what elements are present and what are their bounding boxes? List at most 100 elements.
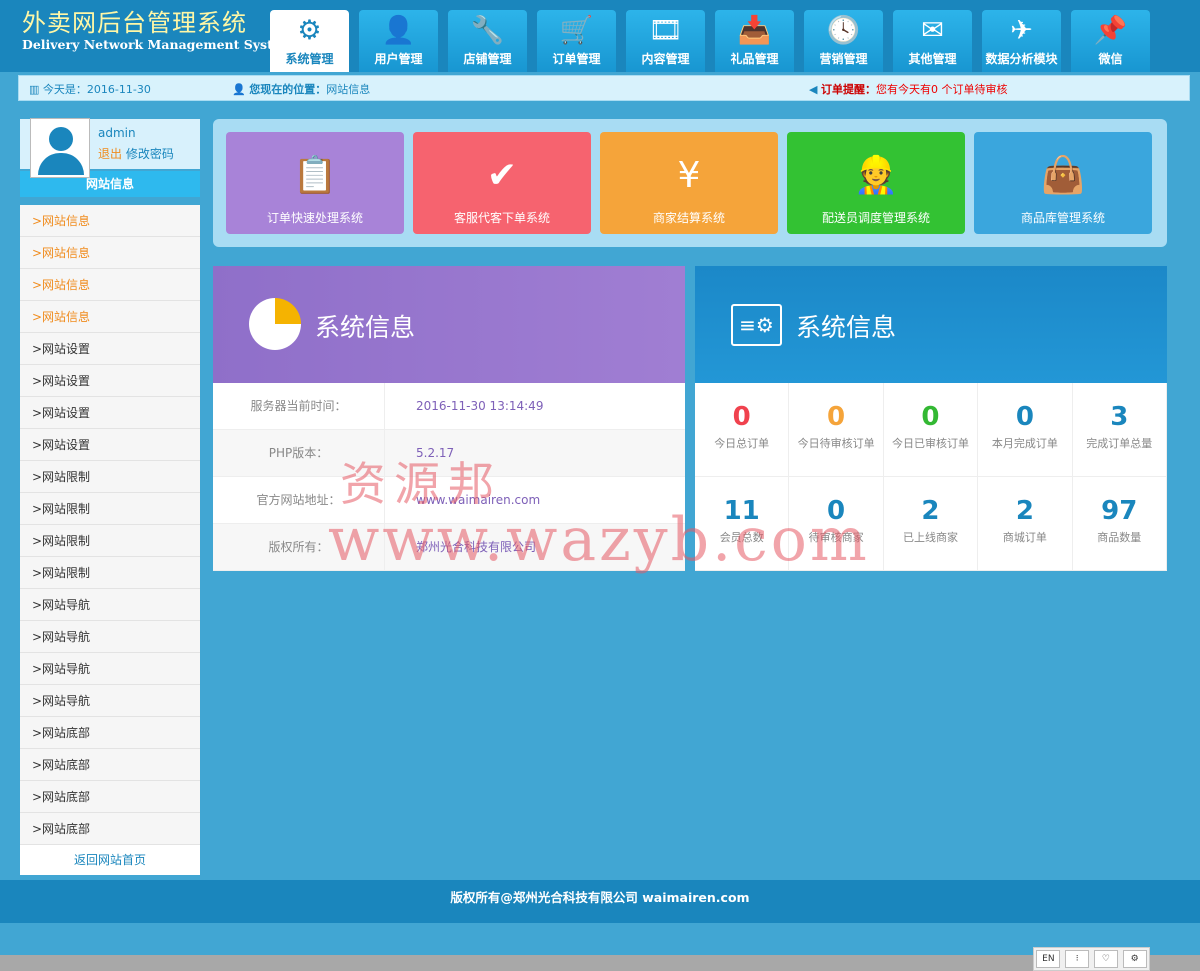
person-icon: 👤 (232, 83, 246, 96)
sidebar-item[interactable]: >网站底部 (20, 813, 200, 845)
sidebar-item[interactable]: >网站设置 (20, 429, 200, 461)
heart-icon[interactable]: ♡ (1093, 950, 1118, 968)
system-info-table: 服务器当前时间： 2016-11-30 13:14:49 PHP版本： 5.2.17 官… (213, 383, 685, 571)
info-value: 2016-11-30 13:14:49 (416, 399, 544, 413)
info-bar: ▥ 今天是：2016-11-30 👤 您现在的位置：网站信息 ◀ 订单提醒：您有… (18, 75, 1190, 101)
stat-tile[interactable]: 0 今日总订单 (695, 383, 790, 477)
stat-label: 待审核商家 (808, 531, 864, 544)
corner-toolbar: EN ⁝ ♡ ⚙ (1033, 947, 1150, 971)
location-value[interactable]: 网站信息 (326, 83, 370, 96)
stat-value: 2 (1015, 496, 1034, 526)
order-alert: ◀ 订单提醒：您有今天有0 个订单待审核 (809, 81, 1007, 97)
top-nav: ⚙ 系统管理 👤 用户管理 🔧 店铺管理 🛒 订单管理 🎞 内容管理 📥 礼品管理 🕓 营销管理 ✉ 其他管理… (270, 10, 1160, 72)
stat-tile[interactable]: 97 商品数量 (1072, 477, 1167, 571)
change-password-link[interactable]: 修改密码 (126, 147, 174, 161)
info-row: 服务器当前时间： 2016-11-30 13:14:49 (213, 383, 685, 430)
sidebar-item[interactable]: >网站设置 (20, 365, 200, 397)
back-home-link[interactable]: 返回网站首页 (20, 845, 200, 875)
stats-grid: 0 今日总订单 0 今日待审核订单 0 今日已审核订单 0 本月完成订单 3 完成订单总量 11 会员… (695, 383, 1167, 571)
window-settings-icon: ≡⚙ (731, 304, 782, 346)
quick-tile[interactable]: 👜 商品库管理系统 (974, 132, 1152, 234)
bottom-bar (0, 955, 1200, 971)
dots-icon[interactable]: ⁝ (1065, 950, 1090, 968)
tab-1[interactable]: ⚙ 系统管理 (270, 10, 349, 72)
calendar-icon: ▥ (29, 83, 40, 96)
tab-10[interactable]: 📌 微信 (1071, 10, 1150, 72)
stat-label: 本月完成订单 (991, 437, 1058, 450)
sidebar-item[interactable]: >网站信息 (20, 301, 200, 333)
quick-access-bar: 📋 订单快速处理系统 ✔ 客服代客下单系统 ¥ 商家结算系统 👷 配送员调度管理系统 👜 商品库管… (213, 119, 1167, 247)
sidebar-item[interactable]: >网站导航 (20, 621, 200, 653)
stat-value: 0 (732, 402, 751, 432)
tab-label: 其他管理 (908, 52, 957, 66)
sidebar-item[interactable]: >网站限制 (20, 461, 200, 493)
stat-label: 今日已审核订单 (891, 437, 969, 450)
language-icon[interactable]: EN (1036, 950, 1061, 968)
tab-label: 系统管理 (285, 52, 334, 66)
quick-tile[interactable]: ¥ 商家结算系统 (600, 132, 778, 234)
info-label: 版权所有： (213, 524, 385, 571)
tab-label: 内容管理 (641, 52, 690, 66)
stat-tile[interactable]: 0 待审核商家 (789, 477, 884, 571)
sidebar-item[interactable]: >网站限制 (20, 493, 200, 525)
user-icon: 👤 (381, 15, 416, 46)
tab-8[interactable]: ✉ 其他管理 (893, 10, 972, 72)
quick-tile[interactable]: ✔ 客服代客下单系统 (413, 132, 591, 234)
stat-tile[interactable]: 11 会员总数 (695, 477, 790, 571)
stat-label: 商品数量 (1097, 531, 1142, 544)
info-value: 郑州光合科技有限公司 (416, 540, 537, 554)
sidebar-item[interactable]: >网站限制 (20, 525, 200, 557)
user-box: admin 退出 修改密码 (20, 118, 200, 178)
speaker-icon: ◀ (809, 83, 818, 96)
stat-value: 11 (723, 496, 760, 526)
tab-5[interactable]: 🎞 内容管理 (626, 10, 705, 72)
sidebar-item[interactable]: >网站信息 (20, 269, 200, 301)
yuan-notebook-icon: ¥ (677, 155, 701, 196)
quick-tile-label: 配送员调度管理系统 (821, 211, 930, 225)
tab-9[interactable]: ✈ 数据分析模块 (982, 10, 1061, 72)
app-title-en: Delivery Network Management System (22, 37, 295, 52)
sidebar-item[interactable]: >网站导航 (20, 685, 200, 717)
stat-tile[interactable]: 2 已上线商家 (883, 477, 979, 571)
tab-3[interactable]: 🔧 店铺管理 (448, 10, 527, 72)
tab-label: 营销管理 (819, 52, 868, 66)
logout-link[interactable]: 退出 (98, 147, 122, 161)
stats-title: 系统信息 (796, 313, 897, 342)
info-label: 服务器当前时间： (213, 383, 385, 430)
sidebar-item[interactable]: >网站设置 (20, 333, 200, 365)
sidebar-item[interactable]: >网站信息 (20, 237, 200, 269)
film-reel-icon: 🎞 (648, 15, 683, 46)
app-logo: 外卖网后台管理系统 Delivery Network Management Sy… (22, 8, 294, 52)
tab-4[interactable]: 🛒 订单管理 (537, 10, 616, 72)
stat-tile[interactable]: 0 本月完成订单 (978, 383, 1073, 477)
system-info-title: 系统信息 (315, 313, 416, 342)
quick-tile-label: 商家结算系统 (652, 211, 725, 225)
tab-7[interactable]: 🕓 营销管理 (804, 10, 883, 72)
tab-label: 用户管理 (374, 52, 423, 66)
stat-tile[interactable]: 2 商城订单 (978, 477, 1073, 571)
stat-tile[interactable]: 0 今日已审核订单 (883, 383, 979, 477)
sidebar-item[interactable]: >网站底部 (20, 781, 200, 813)
sidebar-item[interactable]: >网站底部 (20, 717, 200, 749)
tab-6[interactable]: 📥 礼品管理 (715, 10, 794, 72)
sidebar-item[interactable]: >网站导航 (20, 589, 200, 621)
tab-2[interactable]: 👤 用户管理 (359, 10, 438, 72)
stat-label: 今日待审核订单 (797, 437, 875, 450)
stat-tile[interactable]: 0 今日待审核订单 (789, 383, 884, 477)
tab-label: 数据分析模块 (985, 52, 1058, 66)
sidebar-item[interactable]: >网站导航 (20, 653, 200, 685)
sidebar-item[interactable]: >网站设置 (20, 397, 200, 429)
info-label: 官方网站地址： (213, 477, 385, 524)
settings-icon[interactable]: ⚙ (1122, 950, 1147, 968)
sidebar-item[interactable]: >网站底部 (20, 749, 200, 781)
sidebar-menu: >网站信息 >网站信息 >网站信息 >网站信息 >网站设置 >网站设置 >网站设置 >网站设置… (20, 205, 200, 845)
quick-tile[interactable]: 👷 配送员调度管理系统 (787, 132, 965, 234)
cart-icon: 🛒 (559, 15, 594, 46)
alert-text[interactable]: 您有今天有0 个订单待审核 (876, 83, 1008, 96)
stats-card: ≡⚙ 系统信息 0 今日总订单 0 今日待审核订单 0 今日已审核订单 0 本月完成订单 3 完成… (695, 266, 1167, 571)
sidebar-item[interactable]: >网站限制 (20, 557, 200, 589)
sidebar-item[interactable]: >网站信息 (20, 205, 200, 237)
quick-tile[interactable]: 📋 订单快速处理系统 (226, 132, 404, 234)
info-value: www.waimairen.com (416, 493, 541, 507)
stat-tile[interactable]: 3 完成订单总量 (1072, 383, 1167, 477)
